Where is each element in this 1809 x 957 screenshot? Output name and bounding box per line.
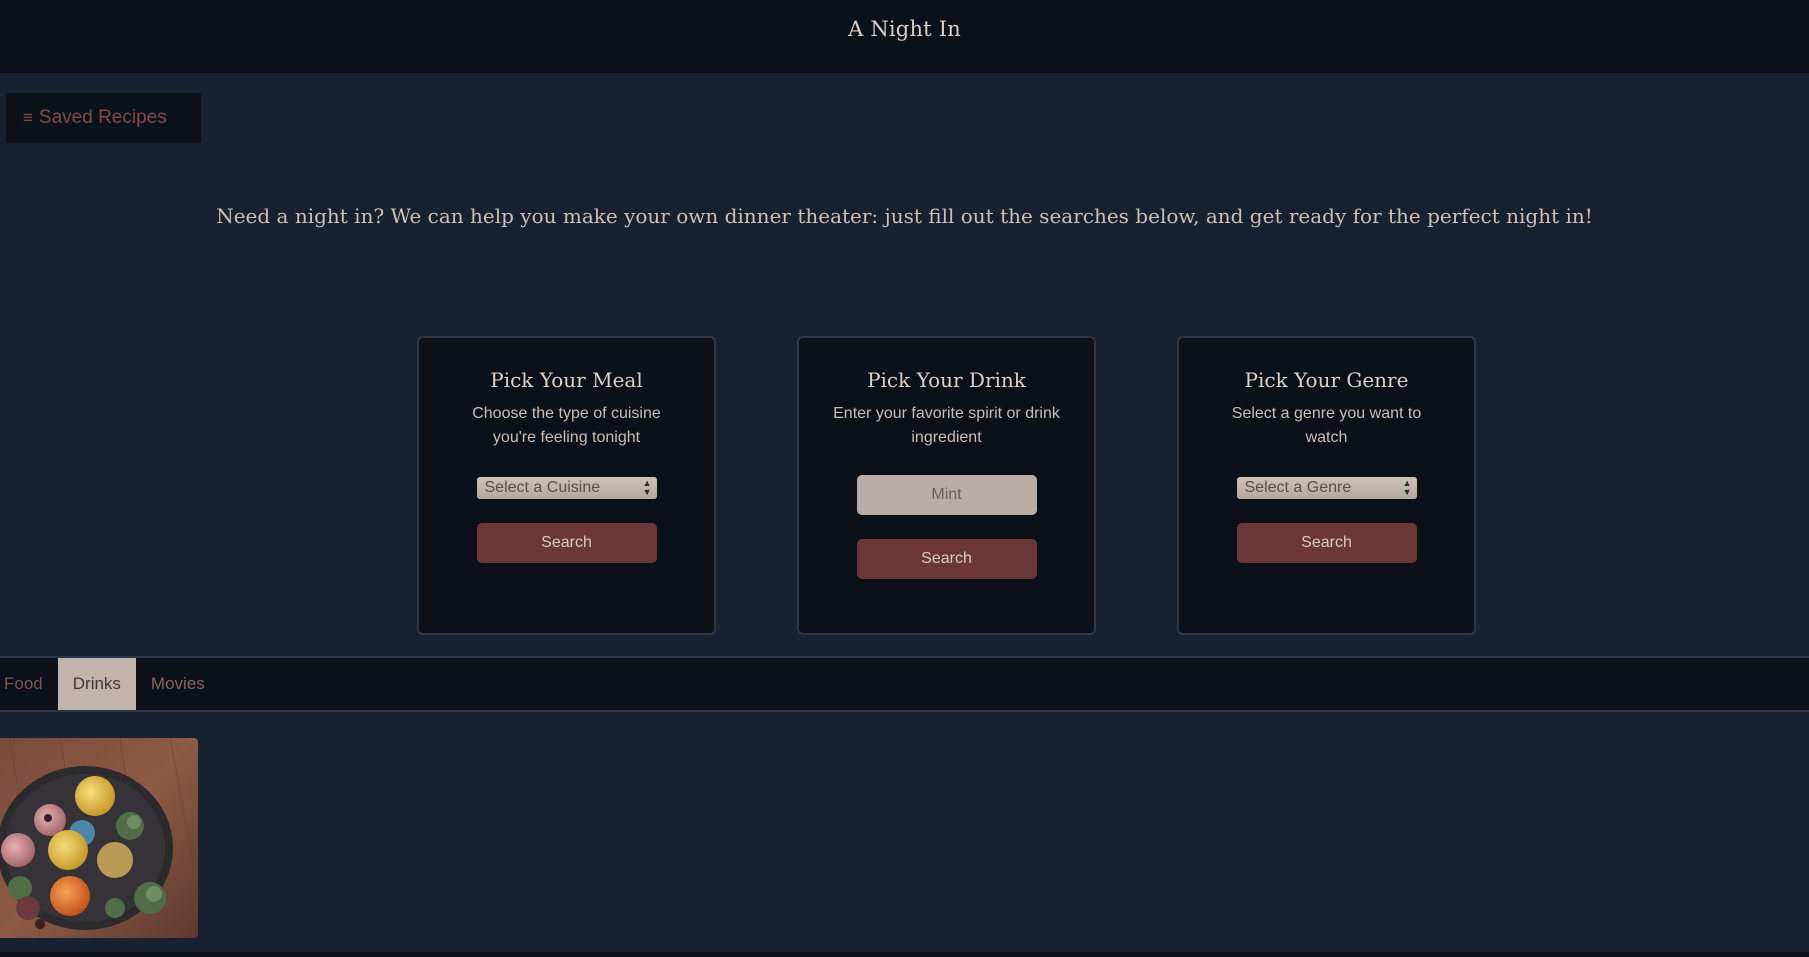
drink-ingredient-input[interactable]: Mint <box>856 475 1037 515</box>
meal-card-title: Pick Your Meal <box>490 368 643 392</box>
drink-card: Pick Your Drink Enter your favorite spir… <box>797 336 1096 635</box>
cuisine-select-value: Select a Cuisine <box>484 479 601 496</box>
drink-search-button[interactable]: Search <box>856 539 1037 579</box>
meal-card: Pick Your Meal Choose the type of cuisin… <box>417 336 716 635</box>
drink-result-image[interactable] <box>0 738 198 938</box>
genre-select-value: Select a Genre <box>1244 479 1352 496</box>
drinks-tray-illustration <box>0 738 198 938</box>
app-title: A Night In <box>848 16 961 41</box>
saved-recipes-label: Saved Recipes <box>38 107 167 128</box>
cuisine-select[interactable]: Select a Cuisine ▲ ▼ <box>476 477 657 499</box>
genre-select[interactable]: Select a Genre ▲ ▼ <box>1236 477 1417 499</box>
tab-drinks[interactable]: Drinks <box>57 658 136 710</box>
genre-card-title: Pick Your Genre <box>1244 368 1409 392</box>
top-header: A Night In <box>0 0 1809 73</box>
drink-card-title: Pick Your Drink <box>867 368 1026 392</box>
menu-icon: ≡ <box>23 108 33 127</box>
select-arrows-icon: ▲ ▼ <box>642 478 652 497</box>
drink-card-description: Enter your favorite spirit or drink ingr… <box>833 405 1060 446</box>
saved-recipes-button[interactable]: ≡ Saved Recipes <box>6 93 201 143</box>
genre-search-button[interactable]: Search <box>1236 523 1417 563</box>
meal-search-button[interactable]: Search <box>476 523 657 563</box>
meal-card-description: Choose the type of cuisine you're feelin… <box>472 405 661 446</box>
genre-card: Pick Your Genre Select a genre you want … <box>1177 336 1476 635</box>
select-arrows-icon: ▲ ▼ <box>1402 478 1412 497</box>
tab-food[interactable]: Food <box>0 658 58 710</box>
intro-text: Need a night in? We can help you make yo… <box>216 204 1593 228</box>
bottom-strip <box>0 952 1809 957</box>
tab-movies[interactable]: Movies <box>136 658 220 710</box>
results-tabs: Food Drinks Movies <box>0 656 1809 712</box>
genre-card-description: Select a genre you want to watch <box>1231 405 1422 446</box>
